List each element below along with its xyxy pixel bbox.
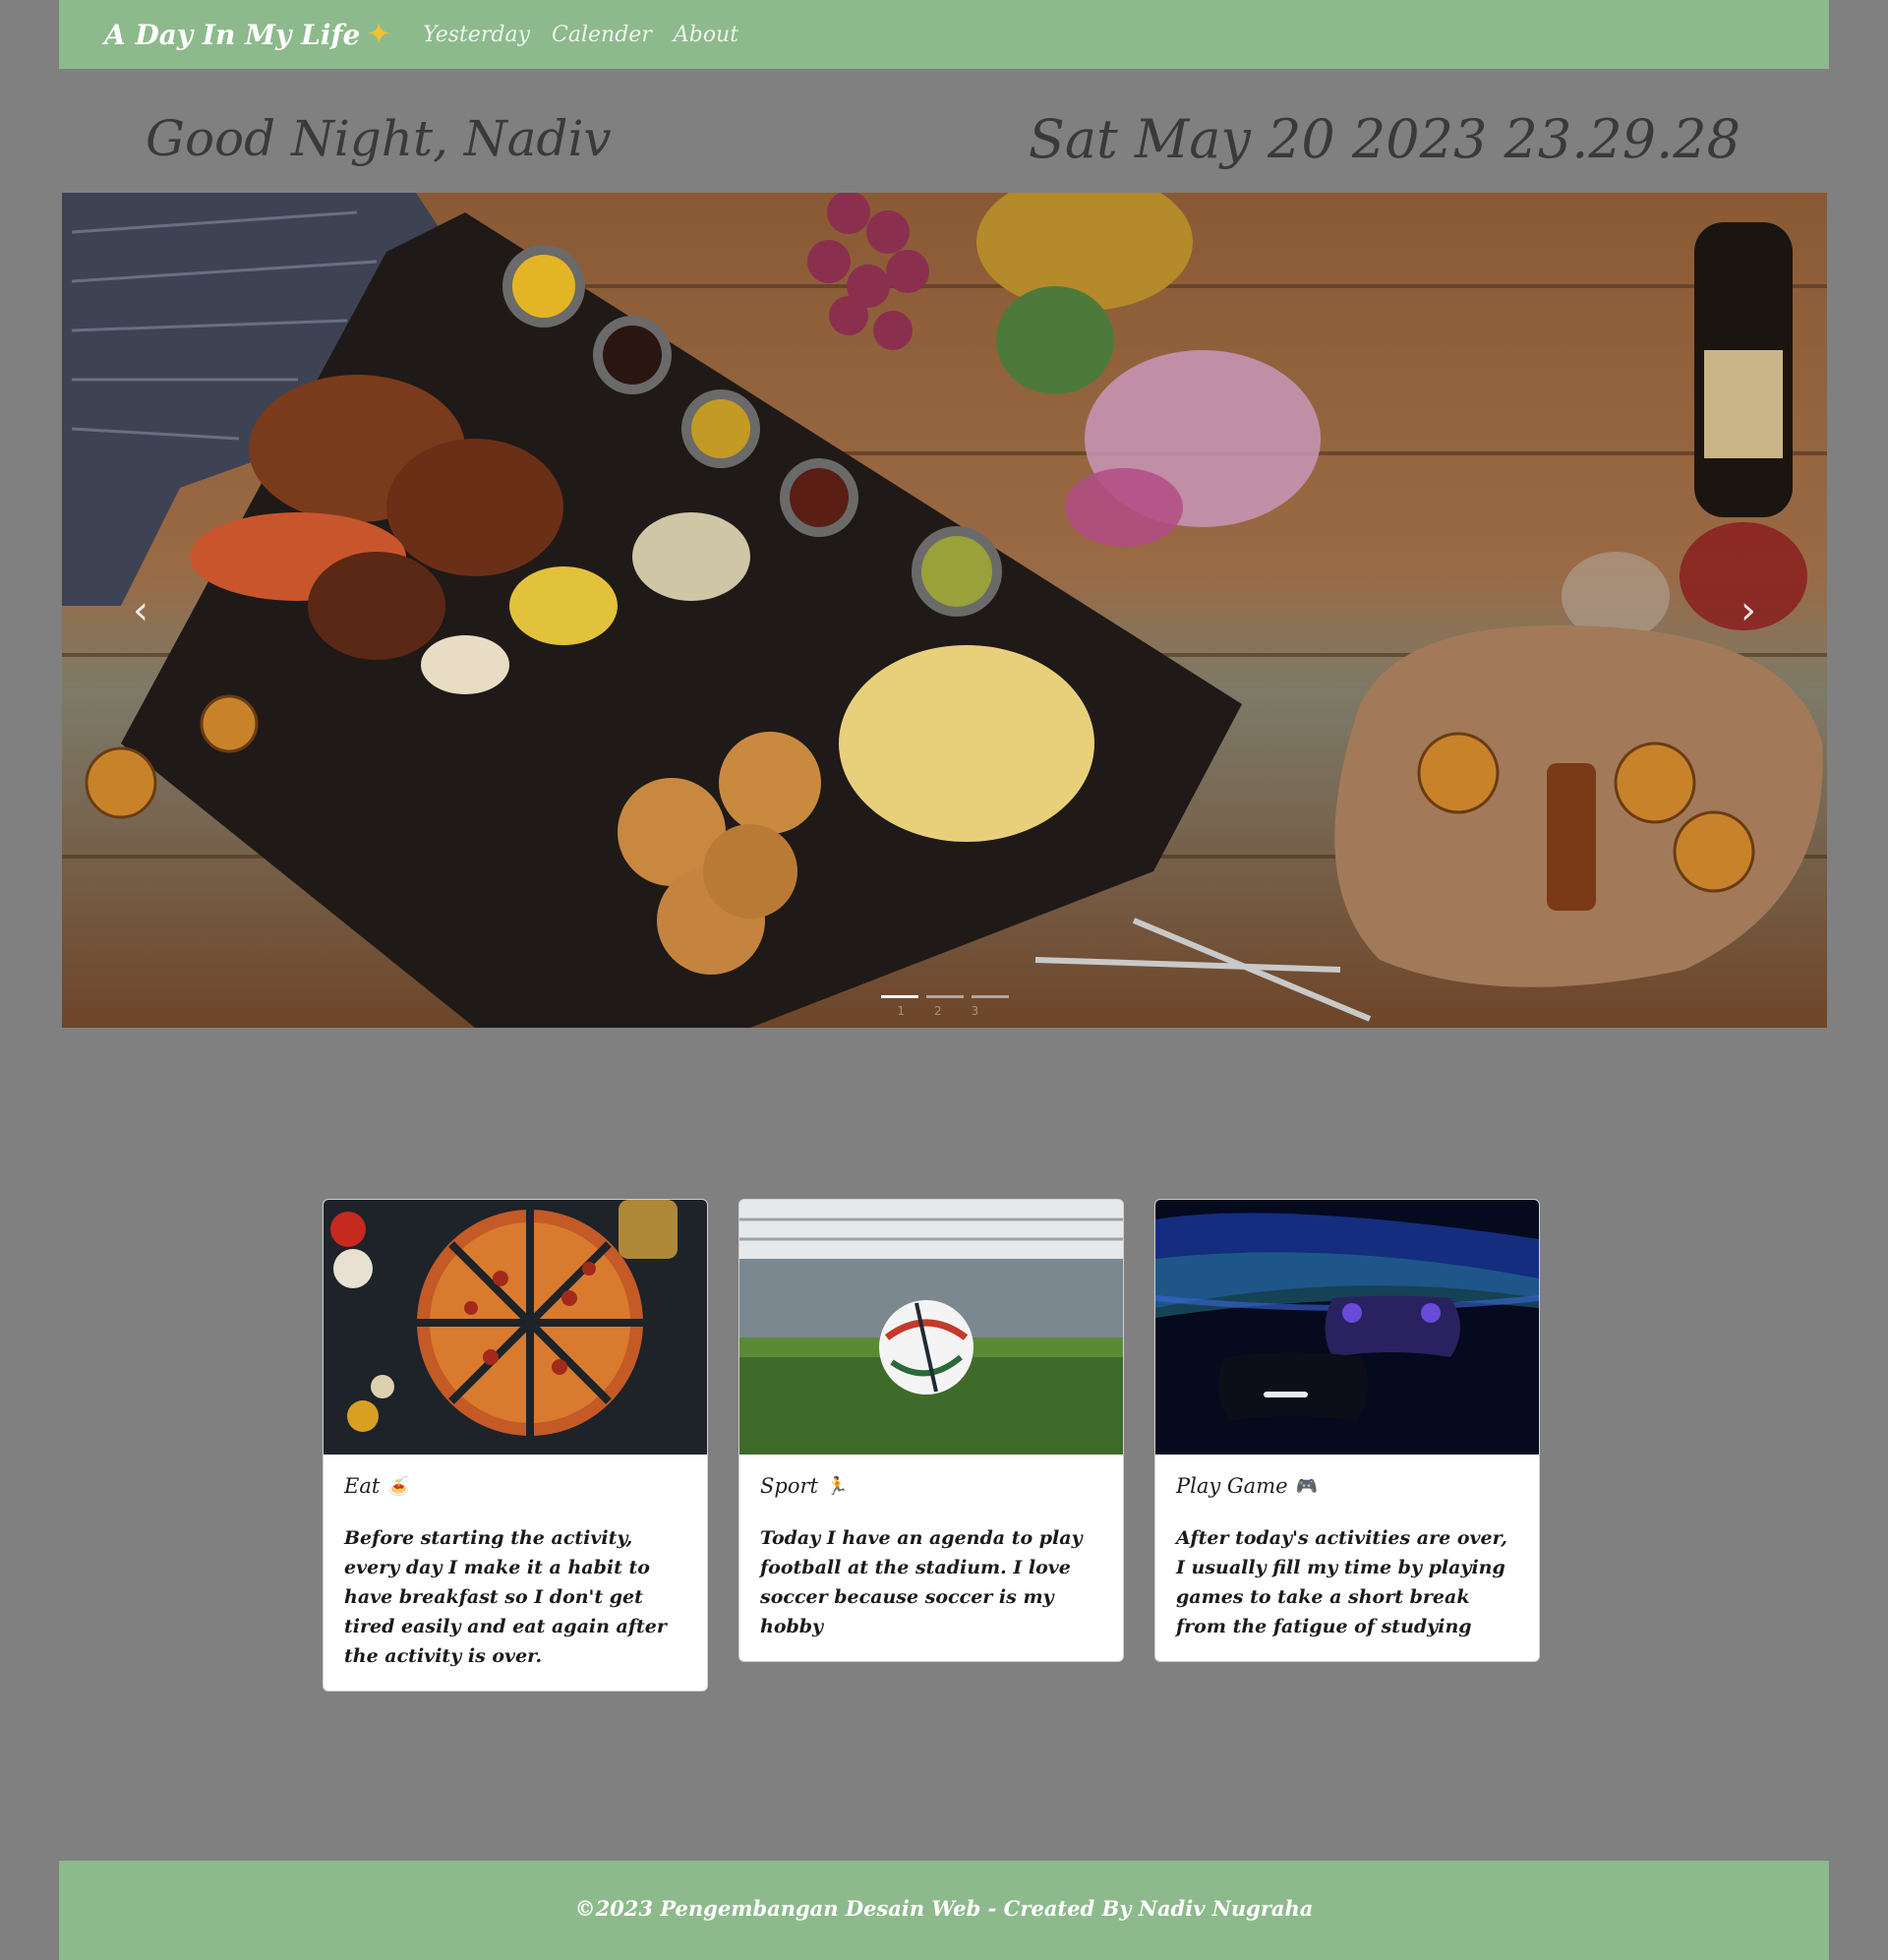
card-body: Sport 🏃 Today I have an agenda to play f…: [739, 1455, 1123, 1661]
game-controller-icon: 🎮: [1295, 1475, 1318, 1497]
pizza-image: [324, 1200, 707, 1455]
datetime-clock: Sat May 20 2023 23.29.28: [1028, 108, 1740, 170]
brand-link[interactable]: A Day In My Life ✦: [104, 19, 389, 51]
sparkles-icon: ✦: [368, 20, 390, 49]
soccer-stadium-image: [739, 1200, 1123, 1455]
brand-title: A Day In My Life: [104, 18, 361, 51]
carousel-indicator[interactable]: [925, 995, 964, 998]
carousel-indicator-labels: 1 2 3: [897, 1004, 978, 1018]
card-sport: Sport 🏃 Today I have an agenda to play f…: [738, 1199, 1124, 1662]
footer: ©2023 Pengembangan Desain Web - Created …: [59, 1861, 1829, 1960]
nav-link-about[interactable]: About: [674, 23, 738, 47]
footer-copyright: ©2023 Pengembangan Desain Web - Created …: [574, 1896, 1314, 1921]
running-person-icon: 🏃: [825, 1475, 849, 1497]
card-text: Before starting the activity, every day …: [344, 1527, 667, 1667]
card-body: Eat 🍝 Before starting the activity, ever…: [324, 1455, 707, 1691]
spaghetti-icon: 🍝: [387, 1475, 410, 1497]
game-controller-image: [1155, 1200, 1539, 1455]
carousel-indicator[interactable]: [880, 995, 918, 998]
carousel-next-button[interactable]: ›: [1719, 576, 1778, 645]
card-text: After today's activities are over, I usu…: [1176, 1527, 1507, 1637]
carousel-prev-button[interactable]: ‹: [111, 576, 170, 645]
card-play-game: Play Game 🎮 After today's activities are…: [1154, 1199, 1540, 1662]
carousel-indicators: [880, 995, 1009, 998]
hero-carousel: ‹ › 1 2 3: [62, 193, 1827, 1028]
card-title-text: Play Game: [1176, 1474, 1288, 1498]
carousel-indicator-label: 1: [897, 1004, 906, 1018]
card-title-text: Eat: [344, 1474, 381, 1498]
nav-link-calender[interactable]: Calender: [552, 23, 652, 47]
card-title: Play Game 🎮: [1176, 1474, 1519, 1498]
carousel-slide-image: [62, 193, 1827, 1028]
card-title-text: Sport: [760, 1474, 818, 1498]
card-title: Sport 🏃: [760, 1474, 1103, 1498]
greeting: Good Night, Nadiv: [146, 110, 612, 167]
card-text: Today I have an agenda to play football …: [760, 1527, 1083, 1637]
navbar: A Day In My Life ✦ Yesterday Calender Ab…: [59, 0, 1829, 69]
carousel-indicator-label: 3: [971, 1004, 979, 1018]
carousel-indicator-label: 2: [934, 1004, 942, 1018]
nav-links: Yesterday Calender About: [423, 23, 738, 47]
card-eat: Eat 🍝 Before starting the activity, ever…: [323, 1199, 708, 1692]
activity-cards: Eat 🍝 Before starting the activity, ever…: [323, 1199, 1540, 1692]
card-body: Play Game 🎮 After today's activities are…: [1155, 1455, 1539, 1661]
carousel-indicator[interactable]: [971, 995, 1009, 998]
card-title: Eat 🍝: [344, 1474, 687, 1498]
nav-link-yesterday[interactable]: Yesterday: [423, 23, 530, 47]
